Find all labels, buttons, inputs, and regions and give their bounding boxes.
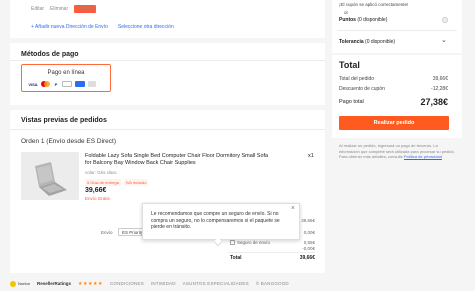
delete-address-link[interactable]: Eliminar: [50, 6, 68, 12]
order-total-label: Total: [230, 255, 242, 261]
product-image[interactable]: [21, 152, 79, 200]
close-icon[interactable]: ×: [291, 205, 295, 213]
norton-label: Norton: [18, 281, 31, 286]
coupon-success-note: ¡El cupón se aplicó correctamente!: [339, 2, 409, 7]
tolerance-option[interactable]: Tolerancia (0 disponible): [339, 39, 395, 45]
summary-row-value: -12,28€: [431, 86, 448, 92]
visa-icon: VISA: [28, 81, 38, 87]
footer-link-conditions[interactable]: CONDICIONES: [110, 281, 144, 286]
privacy-policy-link[interactable]: Política de privacidad: [404, 154, 442, 159]
shipping-method-value: ES Priority: [122, 230, 144, 235]
product-shipping: Envío Gratis: [85, 196, 110, 201]
norton-icon: [10, 280, 16, 287]
default-badge: Default: [74, 5, 96, 13]
grand-total-label: Pago total: [339, 99, 364, 105]
edit-address-link[interactable]: Editar: [31, 6, 44, 12]
points-option[interactable]: Puntos (0 disponible): [339, 17, 387, 23]
add-address-link[interactable]: + Añadir nueva Dirección de Envío: [31, 24, 108, 30]
payment-option-label: Pago en línea: [47, 70, 85, 76]
iva-tag: IVA incluido: [123, 179, 149, 186]
points-label: Puntos: [339, 17, 356, 23]
card-icon: [88, 81, 96, 87]
subtotal-value: 39,66€: [301, 218, 315, 223]
orders-section-title: Vistas previas de pedidos: [21, 117, 107, 124]
mastercard-icon: [41, 81, 50, 87]
order-header: Orden 1 (Envío desde ES Direct): [21, 138, 117, 145]
divider: [337, 30, 457, 31]
tolerance-status: (0 disponible): [365, 39, 396, 45]
legal-notice: Al realizar un pedido, ingresará un pago…: [339, 143, 457, 160]
tolerance-label: Tolerancia: [339, 39, 364, 45]
insurance-row: Seguro de envío 0,55€: [230, 240, 315, 246]
product-color: color: Gris claro: [85, 170, 117, 175]
paypal-icon: P: [54, 81, 58, 87]
address-actions: Editar Eliminar Default: [31, 5, 96, 13]
product-price: 39,66€: [85, 187, 107, 194]
chevron-down-icon[interactable]: ⌄: [441, 36, 447, 44]
points-radio[interactable]: [442, 17, 448, 23]
or-text: or: [344, 10, 349, 15]
card-icon: [75, 81, 85, 87]
insurance-label: Seguro de envío: [237, 240, 271, 245]
shipping-label: Envío: [101, 230, 113, 235]
footer-link-privacy[interactable]: INTIMIDAD: [151, 281, 176, 286]
address-card: Editar Eliminar Default + Añadir nueva D…: [10, 0, 325, 38]
divider: [10, 60, 325, 61]
order-total-value: 39,66€: [299, 255, 315, 261]
delivery-tag: 5 Días de entrega: [85, 179, 121, 186]
reseller-ratings-logo[interactable]: ResellerRatings: [37, 281, 71, 286]
payment-icons: VISA P: [28, 81, 96, 87]
orders-card: Vistas previas de pedidos Orden 1 (Envío…: [10, 110, 325, 273]
divider: [10, 129, 325, 130]
insurance-tooltip-text: Le recomendamos que compre un seguro de …: [151, 211, 280, 230]
product-title[interactable]: Foldable Lazy Sofa Single Bed Computer C…: [85, 153, 275, 167]
order-summary-card: Total Total del pedido 39,66€ Descuento …: [332, 55, 462, 138]
points-status: (0 disponible): [357, 17, 388, 23]
insurance-tooltip: × Le recomendamos que compre un seguro d…: [142, 203, 300, 240]
payment-option-online[interactable]: Pago en línea VISA P: [21, 64, 111, 92]
footer: Norton ResellerRatings ★★★★★ CONDICIONES…: [0, 276, 475, 291]
divider: [228, 252, 315, 253]
grand-total-row: Pago total 27,38€: [339, 97, 448, 107]
norton-badge: Norton: [10, 280, 31, 287]
insurance-value: 0,55€: [303, 240, 315, 245]
discount-options-card: ¡El cupón se aplicó correctamente! or Pu…: [332, 0, 462, 53]
payment-card: Métodos de pago Pago en línea VISA P: [10, 43, 325, 105]
grand-total-value: 27,38€: [420, 97, 448, 107]
insurance-checkbox[interactable]: [230, 240, 235, 246]
applepay-icon: [62, 81, 72, 87]
shipping-value: 0,00€: [303, 230, 315, 235]
footer-link-special-matters[interactable]: ASUNTOS ESPECIALIDADES: [183, 281, 249, 286]
footer-copyright: © BANGGOOD: [255, 281, 289, 286]
place-order-button[interactable]: Realizar pedido: [339, 116, 449, 130]
discount-row: -0,00€: [230, 246, 315, 251]
address-links: + Añadir nueva Dirección de Envío Selecc…: [31, 24, 174, 30]
summary-row-value: 39,66€: [432, 76, 448, 82]
select-address-link[interactable]: Seleccione otra dirección: [118, 24, 174, 30]
summary-title: Total: [339, 60, 360, 70]
summary-row-order-total: Total del pedido 39,66€: [339, 76, 448, 82]
summary-row-coupon: Descuento de cupón -12,28€: [339, 86, 448, 92]
discount-value: -0,00€: [302, 246, 315, 251]
product-quantity: x1: [308, 153, 314, 159]
product-tags: 5 Días de entrega IVA incluido: [85, 179, 149, 186]
summary-row-label: Descuento de cupón: [339, 86, 385, 92]
order-total-row: Total 39,66€: [230, 255, 315, 261]
summary-row-label: Total del pedido: [339, 76, 375, 82]
rating-stars: ★★★★★: [78, 280, 103, 287]
payment-section-title: Métodos de pago: [21, 51, 79, 58]
